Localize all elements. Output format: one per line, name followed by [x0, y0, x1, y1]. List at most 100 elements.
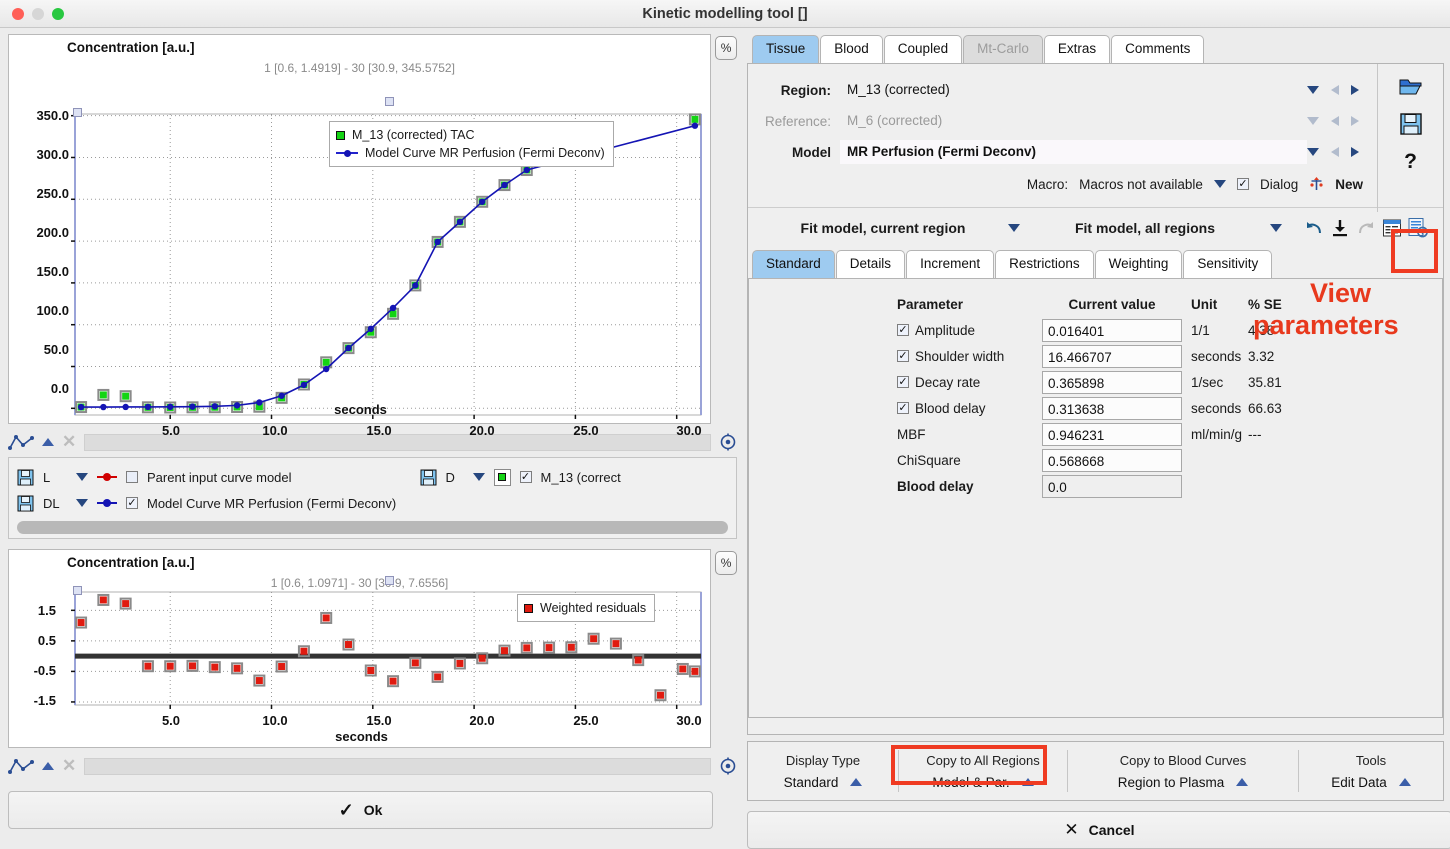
floppy-icon[interactable]	[17, 495, 34, 512]
curve-checkbox[interactable]: ✓	[519, 471, 532, 483]
parameter-row[interactable]: ✓ Shoulder width 16.466707 seconds 3.32	[897, 343, 1442, 369]
residual-chart-percent-button[interactable]: %	[715, 551, 737, 575]
tab-restrictions[interactable]: Restrictions	[995, 250, 1094, 278]
dot-blue-icon[interactable]	[97, 495, 117, 511]
curve-checkbox[interactable]	[126, 471, 138, 483]
display-type-button[interactable]: Standard	[784, 775, 863, 790]
weighted-residuals-chart[interactable]: Concentration [a.u.] 1 [0.6, 1.0971] - 3…	[8, 549, 712, 748]
range-slider-left[interactable]	[73, 586, 82, 595]
chevron-down-icon[interactable]	[76, 499, 88, 507]
parameter-value-input[interactable]: 0.365898	[1042, 370, 1182, 394]
tools-button[interactable]: Edit Data	[1331, 775, 1411, 790]
tab-increment[interactable]: Increment	[906, 250, 995, 278]
curve-list-hscrollbar[interactable]	[17, 521, 728, 534]
tab-sensitivity[interactable]: Sensitivity	[1183, 250, 1273, 278]
parameter-value-input[interactable]: 16.466707	[1042, 344, 1182, 368]
range-slider-mid[interactable]	[385, 97, 394, 106]
next-icon[interactable]	[1351, 147, 1359, 157]
parameter-checkbox[interactable]: ✓	[897, 376, 909, 388]
fit-all-regions-button[interactable]: Fit model, all regions	[1020, 220, 1270, 236]
region-spinner[interactable]	[1307, 85, 1373, 95]
chevron-down-icon[interactable]	[1008, 223, 1020, 232]
chevron-down-icon[interactable]	[1270, 223, 1282, 232]
polyline-icon[interactable]	[8, 433, 34, 451]
close-icon[interactable]: ✕	[62, 432, 76, 452]
parameter-value-input[interactable]: 0.0	[1042, 474, 1182, 498]
chevron-down-icon[interactable]	[472, 473, 485, 481]
maximize-window-button[interactable]	[52, 7, 64, 20]
new-label[interactable]: New	[1335, 177, 1363, 192]
fit-current-region-button[interactable]: Fit model, current region	[758, 220, 1008, 236]
expand-up-icon[interactable]	[1398, 778, 1411, 786]
tab-weighting[interactable]: Weighting	[1094, 250, 1183, 278]
curve-row[interactable]: DL ✓ Model Curve MR Perfusion (Fermi Dec…	[17, 490, 728, 516]
save-floppy-icon[interactable]	[1399, 112, 1423, 136]
parameter-value-input[interactable]: 0.568668	[1042, 448, 1182, 472]
parameter-row[interactable]: ✓ Amplitude 0.016401 1/1 4.38	[897, 317, 1442, 343]
parameter-row[interactable]: ✓ Decay rate 0.365898 1/sec 35.81	[897, 369, 1442, 395]
chevron-down-icon[interactable]	[1213, 180, 1226, 188]
open-folder-icon[interactable]	[1398, 76, 1424, 98]
curve-checkbox[interactable]: ✓	[126, 497, 138, 509]
minimize-window-button[interactable]	[32, 7, 44, 20]
region-row[interactable]: Region: M_13 (corrected)	[748, 76, 1373, 104]
bottom-action-bar: Display Type Standard Copy to All Region…	[747, 741, 1444, 801]
expand-up-icon[interactable]	[42, 762, 54, 770]
expand-up-icon[interactable]	[1236, 778, 1249, 786]
expand-up-icon[interactable]	[1021, 778, 1034, 786]
tab-details[interactable]: Details	[835, 250, 906, 278]
range-slider-mid[interactable]	[385, 576, 394, 585]
close-icon[interactable]: ✕	[62, 756, 76, 776]
parameter-checkbox[interactable]: ✓	[897, 324, 909, 336]
residual-scroll-bar[interactable]	[84, 757, 711, 775]
parameter-checkbox[interactable]: ✓	[897, 350, 909, 362]
macro-value[interactable]: Macros not available	[1079, 177, 1203, 192]
model-row[interactable]: Model MR Perfusion (Fermi Deconv)	[748, 138, 1373, 166]
copy-to-all-regions-button[interactable]: Model & Par.	[932, 775, 1034, 790]
dot-red-icon[interactable]	[97, 469, 117, 485]
tab-tissue[interactable]: Tissue	[752, 35, 820, 63]
dialog-checkbox[interactable]: ✓	[1236, 178, 1249, 190]
parameter-value-input[interactable]: 0.946231	[1042, 422, 1182, 446]
chevron-down-icon[interactable]	[76, 473, 88, 481]
view-parameters-icon[interactable]	[1405, 215, 1431, 241]
help-question-icon[interactable]: ?	[1404, 150, 1417, 174]
tab-blood[interactable]: Blood	[820, 35, 883, 63]
chevron-down-icon[interactable]	[1307, 86, 1319, 94]
expand-up-icon[interactable]	[42, 438, 54, 446]
tab-comments[interactable]: Comments	[1111, 35, 1205, 63]
download-icon[interactable]	[1327, 215, 1353, 241]
main-tac-chart[interactable]: Concentration [a.u.] 1 [0.6, 1.4919] - 3…	[8, 34, 712, 438]
ok-button[interactable]: ✓ Ok	[8, 791, 713, 829]
window-controls[interactable]	[12, 7, 64, 20]
cancel-button[interactable]: ✕ Cancel	[747, 811, 1450, 849]
parameter-value-input[interactable]: 0.016401	[1042, 318, 1182, 342]
previous-icon[interactable]	[1331, 147, 1339, 157]
chevron-down-icon[interactable]	[1307, 148, 1319, 156]
previous-icon[interactable]	[1331, 85, 1339, 95]
expand-up-icon[interactable]	[850, 778, 863, 786]
new-star-icon[interactable]	[1309, 176, 1324, 192]
tab-coupled[interactable]: Coupled	[883, 35, 963, 63]
tab-standard[interactable]: Standard	[752, 250, 835, 278]
polyline-icon[interactable]	[8, 757, 34, 775]
copy-to-blood-curves-button[interactable]: Region to Plasma	[1118, 775, 1249, 790]
square-green-icon[interactable]	[493, 468, 511, 486]
curve-row[interactable]: L Parent input curve model D ✓ M_13 (cor…	[17, 464, 728, 490]
tab-extras[interactable]: Extras	[1043, 35, 1111, 63]
parameter-value-input[interactable]: 0.313638	[1042, 396, 1182, 420]
next-icon[interactable]	[1351, 85, 1359, 95]
parameter-row[interactable]: ✓ Blood delay 0.313638 seconds 66.63	[897, 395, 1442, 421]
model-value[interactable]: MR Perfusion (Fermi Deconv)	[840, 140, 1307, 164]
close-window-button[interactable]	[12, 7, 24, 20]
model-spinner[interactable]	[1307, 147, 1373, 157]
main-chart-percent-button[interactable]: %	[715, 36, 737, 60]
undo-icon[interactable]	[1301, 215, 1327, 241]
floppy-icon[interactable]	[17, 469, 34, 486]
range-slider-left[interactable]	[73, 108, 82, 117]
table-report-icon[interactable]	[1379, 215, 1405, 241]
target-icon[interactable]	[719, 433, 737, 451]
parameter-checkbox[interactable]: ✓	[897, 402, 909, 414]
target-icon[interactable]	[719, 757, 737, 775]
floppy-icon[interactable]	[420, 469, 437, 486]
